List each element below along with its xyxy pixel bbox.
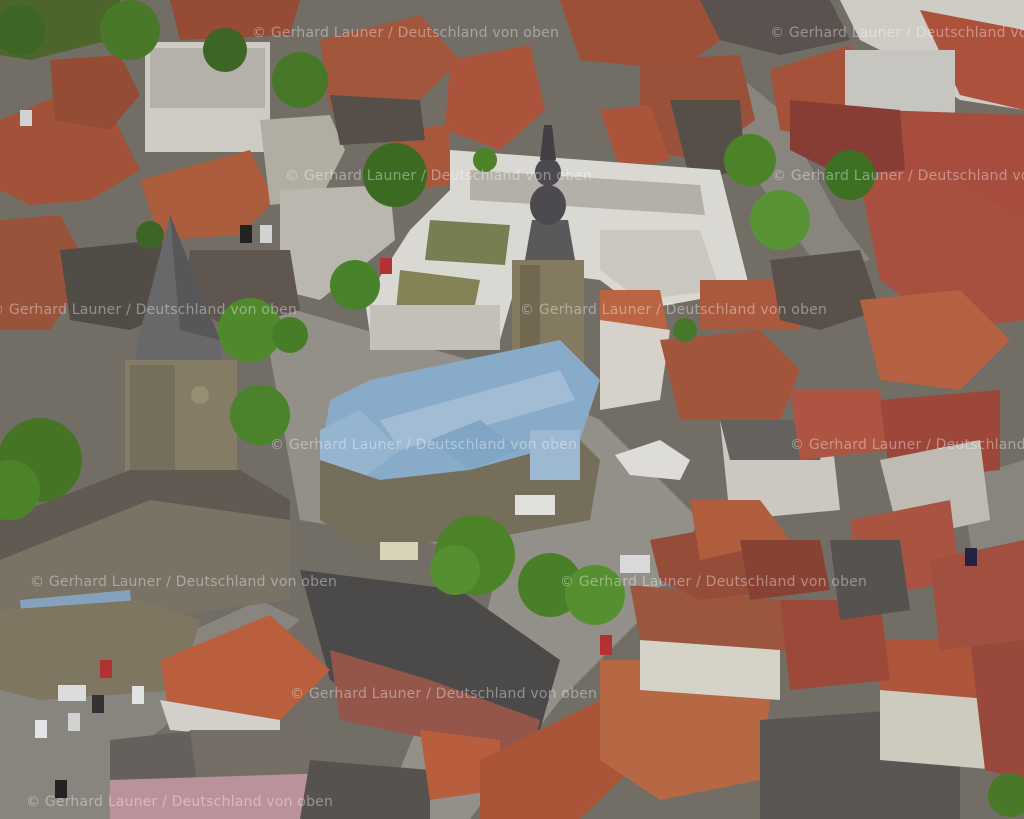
aerial-town-image xyxy=(0,0,1024,819)
aerial-photo: © Gerhard Launer / Deutschland von oben … xyxy=(0,0,1024,819)
